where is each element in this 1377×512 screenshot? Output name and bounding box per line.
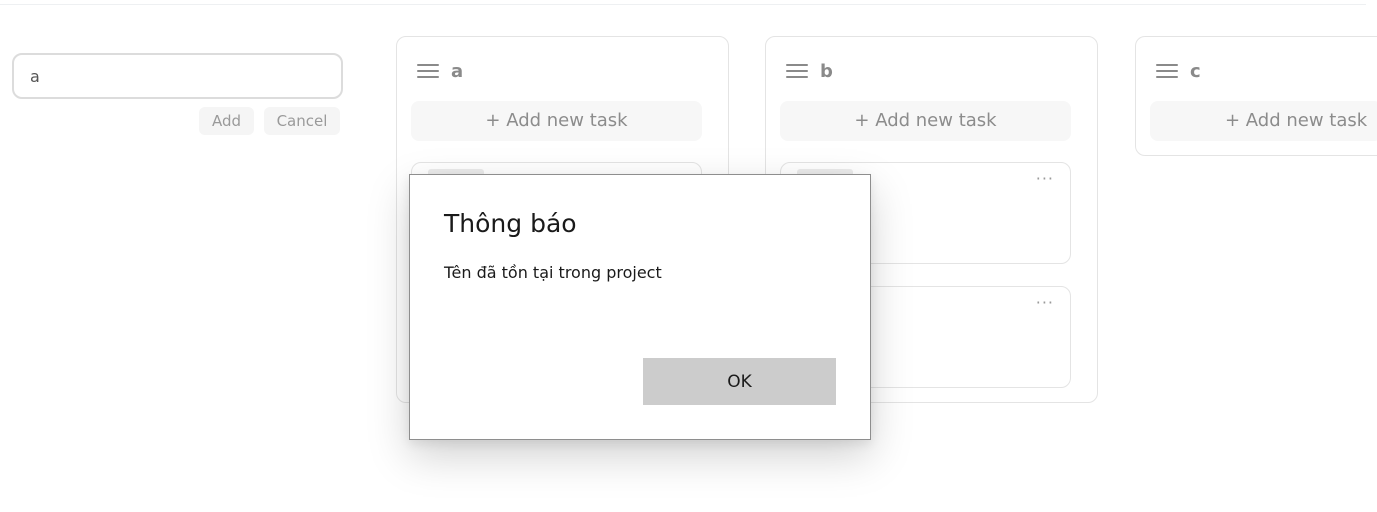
add-task-button[interactable]: + Add new task <box>780 101 1071 141</box>
dialog-message: Tên đã tồn tại trong project <box>444 263 662 282</box>
drag-handle-icon[interactable] <box>417 62 439 80</box>
column-title: c <box>1190 60 1201 82</box>
alert-dialog: Thông báo Tên đã tồn tại trong project O… <box>409 174 871 440</box>
column-header: a <box>417 59 463 83</box>
add-task-button[interactable]: + Add new task <box>411 101 702 141</box>
add-column-button[interactable]: Add <box>199 107 254 135</box>
new-column-name-input[interactable] <box>12 53 343 99</box>
more-options-icon[interactable]: ··· <box>1036 171 1054 187</box>
ok-button[interactable]: OK <box>643 358 836 405</box>
top-divider <box>0 4 1366 5</box>
column-header: c <box>1156 59 1201 83</box>
column-title: b <box>820 60 833 82</box>
dialog-title: Thông báo <box>444 209 577 238</box>
column-header: b <box>786 59 833 83</box>
more-options-icon[interactable]: ··· <box>1036 295 1054 311</box>
drag-handle-icon[interactable] <box>786 62 808 80</box>
column-title: a <box>451 60 464 82</box>
drag-handle-icon[interactable] <box>1156 62 1178 80</box>
cancel-column-button[interactable]: Cancel <box>264 107 340 135</box>
column-c: c + Add new task <box>1135 36 1377 156</box>
add-task-button[interactable]: + Add new task <box>1150 101 1377 141</box>
